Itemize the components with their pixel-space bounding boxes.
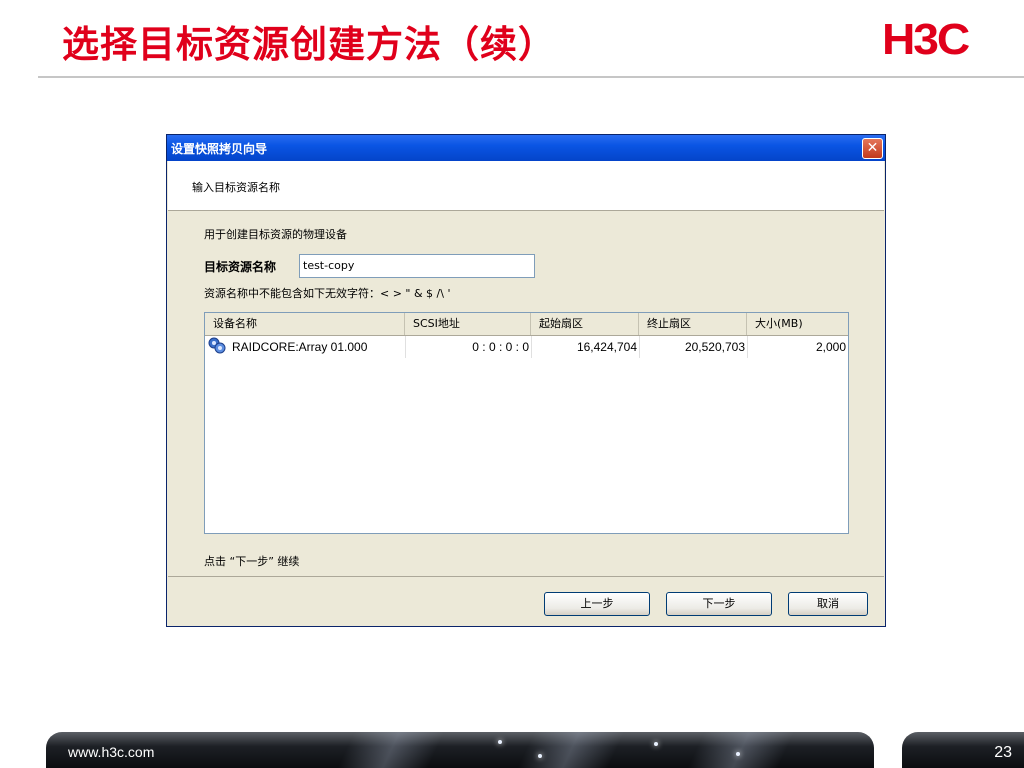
cancel-button[interactable]: 取消 [788,592,868,616]
column-header-start-sector[interactable]: 起始扇区 [531,313,639,335]
cell-scsi-address: 0 : 0 : 0 : 0 [472,340,529,354]
footer-url: www.h3c.com [68,744,155,760]
footer-light-streak [337,732,445,768]
column-header-end-sector[interactable]: 终止扇区 [639,313,747,335]
page-number: 23 [994,744,1012,761]
column-header-size[interactable]: 大小(MB) [747,313,848,335]
wizard-button-bar: 上一步 下一步 取消 [168,576,884,626]
next-button[interactable]: 下一步 [666,592,772,616]
close-button[interactable]: ✕ [862,138,883,159]
previous-button[interactable]: 上一步 [544,592,650,616]
target-name-input[interactable]: test-copy [299,254,535,278]
raid-device-icon [208,337,226,354]
footer-sparkle [654,742,658,746]
cell-size: 2,000 [815,340,846,354]
invalid-chars-label: 资源名称中不能包含如下无效字符：< > " & $ /\ ' [204,287,451,300]
cell-start-sector: 16,424,704 [576,340,637,354]
h3c-logo: H3C [882,15,970,64]
table-header: 设备名称 SCSI地址 起始扇区 终止扇区 大小(MB) [205,313,848,336]
cell-device-name: RAIDCORE:Array 01.000 [208,336,405,358]
dialog-title: 设置快照拷贝向导 [171,142,268,156]
footer-sparkle [498,740,502,744]
purpose-label: 用于创建目标资源的物理设备 [204,228,347,241]
column-header-device-name[interactable]: 设备名称 [205,313,405,335]
wizard-step-header: 输入目标资源名称 [168,161,884,211]
slide-footer-bar: www.h3c.com [46,732,874,768]
cell-end-sector: 20,520,703 [684,340,745,354]
page-number-badge: 23 [902,732,1024,768]
snapshot-copy-wizard-dialog: 设置快照拷贝向导 ✕ 输入目标资源名称 用于创建目标资源的物理设备 目标资源名称… [166,134,886,627]
footer-light-streak [517,732,625,768]
step-header-text: 输入目标资源名称 [192,181,280,194]
footer-sparkle [538,754,542,758]
footer-light-streak [687,732,795,768]
dialog-titlebar[interactable]: 设置快照拷贝向导 ✕ [167,135,885,161]
target-name-label: 目标资源名称 [204,260,277,274]
device-table: 设备名称 SCSI地址 起始扇区 终止扇区 大小(MB) RAIDCORE:Ar… [204,312,849,534]
table-row[interactable]: RAIDCORE:Array 01.000 0 : 0 : 0 : 0 16,4… [205,336,848,358]
continue-hint: 点击 “下一步” 继续 [204,555,300,568]
device-name-text: RAIDCORE:Array 01.000 [232,340,368,354]
close-icon: ✕ [866,140,879,156]
header-divider [38,76,1024,78]
footer-sparkle [736,752,740,756]
slide-title: 选择目标资源创建方法（续） [62,23,556,66]
column-header-scsi-address[interactable]: SCSI地址 [405,313,531,335]
